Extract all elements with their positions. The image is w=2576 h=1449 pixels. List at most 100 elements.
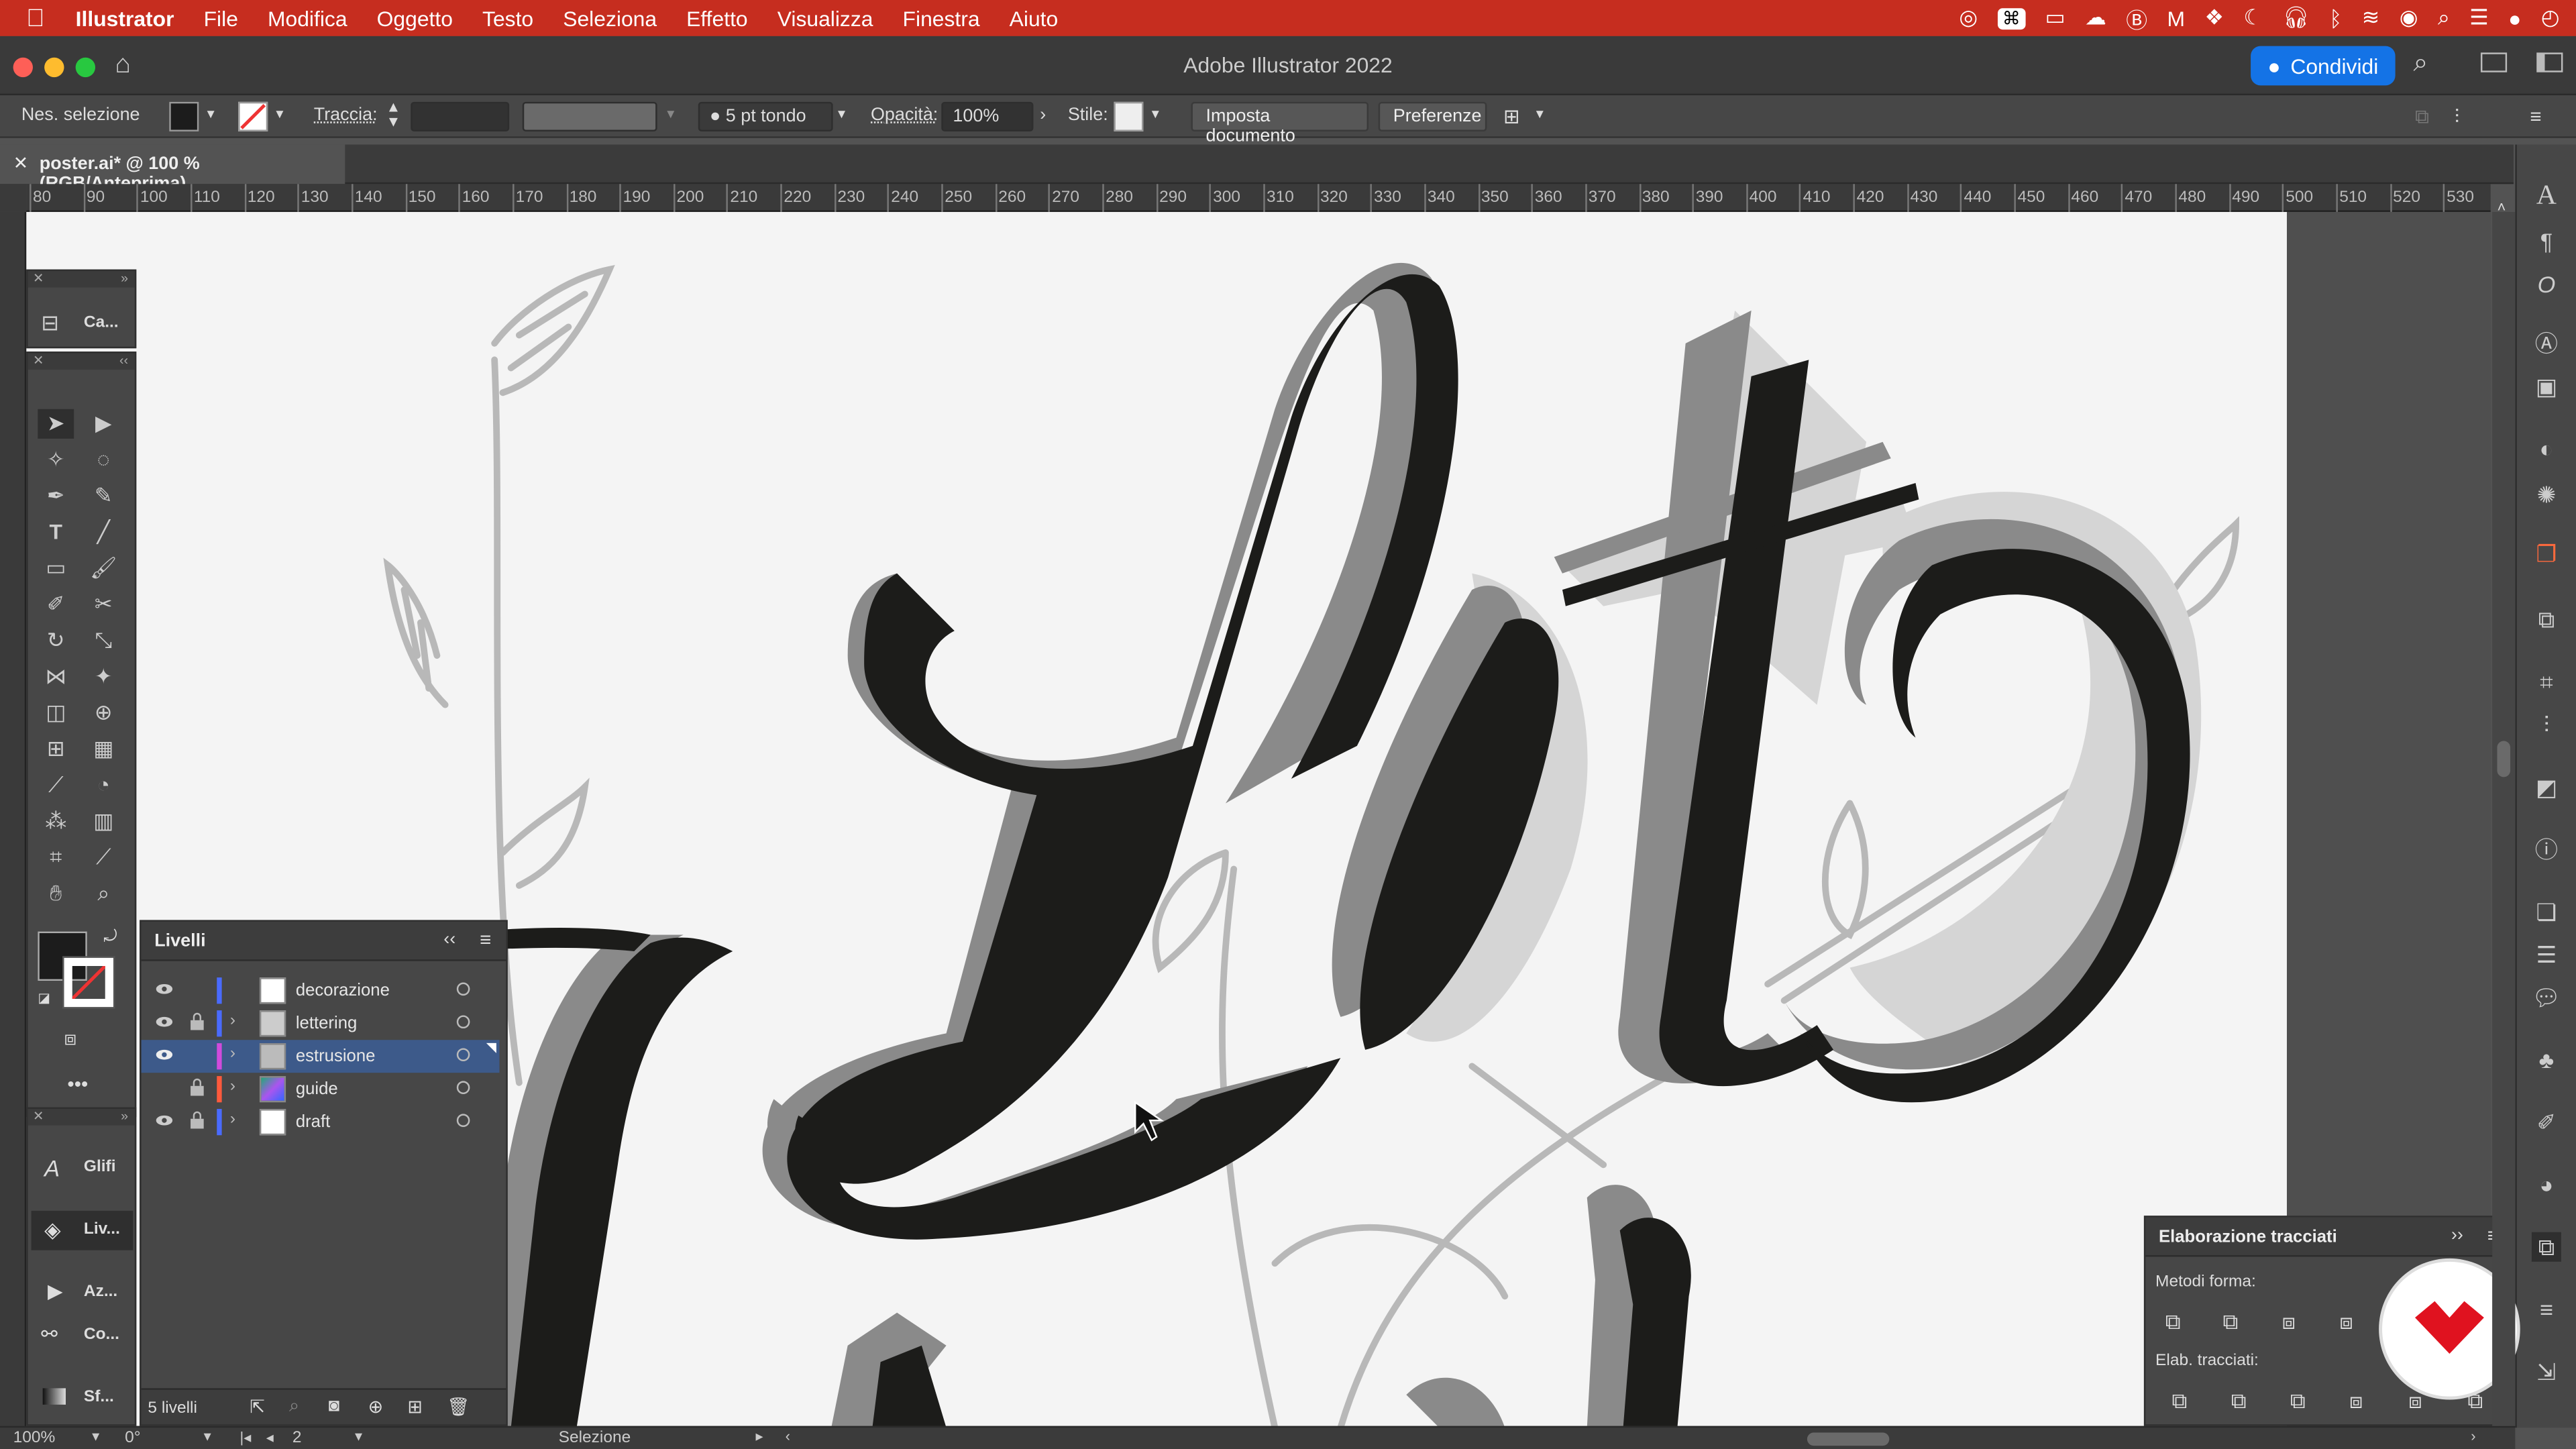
layer-row-guide[interactable]: › guide [148, 1073, 496, 1106]
document-info-icon[interactable]: ⓘ [2532, 835, 2561, 864]
asset-export-icon[interactable]: ⇲ [2532, 1357, 2561, 1387]
line-tool-icon[interactable]: ╱ [85, 517, 121, 547]
status-menu-icon[interactable]: ▸ [756, 1428, 763, 1446]
apple-icon[interactable]:  [26, 4, 52, 32]
dropbox-icon[interactable]: ❖ [2204, 5, 2224, 31]
selection-tool-icon[interactable]: ➤ [38, 409, 74, 439]
panel-menu-icon[interactable]: ≡ [480, 928, 491, 951]
layer-row-decorazione[interactable]: decorazione [148, 974, 496, 1007]
document-tab[interactable]: ✕ poster.ai* @ 100 % (RGB/Anteprima) [0, 144, 345, 194]
new-sublayer-icon[interactable]: ⊕ [368, 1397, 384, 1417]
user-icon[interactable]: ◉ [2400, 5, 2418, 31]
paragraph-styles-icon[interactable]: ▣ [2532, 371, 2561, 400]
direct-selection-tool-icon[interactable]: ▶ [85, 409, 121, 439]
glyphs-panel-label[interactable]: Glifi [84, 1159, 116, 1177]
command-icon[interactable]: ⌘ [1997, 7, 2026, 29]
lock-icon[interactable] [189, 1111, 205, 1130]
chevron-right-icon[interactable]: › [230, 1045, 235, 1063]
lasso-tool-icon[interactable]: ◌ [85, 445, 121, 475]
menu-finestra[interactable]: Finestra [903, 6, 980, 31]
chevron-down-icon[interactable]: ▾ [276, 105, 283, 123]
divide-icon[interactable]: ⧉ [2172, 1388, 2188, 1414]
shape-builder-tool-icon[interactable]: ⊕ [85, 698, 121, 728]
align-icon[interactable]: ⧉ [2415, 105, 2429, 130]
stroke-color-icon[interactable] [62, 956, 115, 1009]
symbols-icon[interactable]: ♣ [2532, 1045, 2561, 1075]
pathfinder-panel-icon[interactable]: ⧉ [2531, 1232, 2561, 1262]
brushes-icon[interactable]: ✐ [2532, 1108, 2561, 1137]
chevron-down-icon[interactable]: ▾ [204, 1428, 211, 1446]
libraries-icon[interactable]: ❐ [2532, 539, 2561, 568]
color-guide-icon[interactable]: ✺ [2532, 480, 2561, 509]
exclude-icon[interactable]: ⧈ [2339, 1309, 2353, 1336]
drawing-modes-icon[interactable]: ⧈ [64, 1027, 77, 1052]
scale-tool-icon[interactable]: ⤡ [85, 626, 121, 655]
clipping-mask-icon[interactable]: ◙ [329, 1397, 339, 1416]
chevron-right-icon[interactable]: › [230, 1012, 235, 1030]
menu-file[interactable]: File [204, 6, 238, 31]
panel-header[interactable]: ✕ » [28, 271, 135, 288]
gradient-icon[interactable] [42, 1388, 66, 1405]
screen-icon[interactable]: ▭ [2045, 5, 2065, 31]
merge-icon[interactable]: ⧉ [2290, 1388, 2306, 1414]
chevron-right-icon[interactable]: › [230, 1111, 235, 1129]
export-icon[interactable]: ⇱ [250, 1397, 265, 1417]
new-layer-icon[interactable]: ⊞ [407, 1397, 423, 1417]
b-app-icon[interactable]: Ⓑ [2126, 3, 2147, 34]
pen-tool-icon[interactable]: ✒ [38, 482, 74, 511]
layer-target-icon[interactable] [456, 1015, 470, 1029]
appearance-icon[interactable]: ◕ [2532, 1170, 2561, 1199]
character-icon[interactable]: A [2532, 180, 2561, 210]
vertical-ruler[interactable] [0, 211, 27, 1428]
transform-handles-icon[interactable]: ⌗ [2532, 667, 2561, 696]
chevron-down-icon[interactable]: ▾ [1152, 105, 1159, 123]
hand-tool-icon[interactable]: ✋︎ [38, 879, 74, 908]
layer-row-estrusione[interactable]: › estrusione ◥ [141, 1040, 500, 1073]
horizontal-ruler[interactable]: 80 90 100 110 120 130 140 150 160 170 180 190 200 210… [26, 184, 2491, 212]
opacity-label[interactable]: Opacità: [871, 105, 938, 125]
vertical-scrollbar[interactable]: ˄ [2492, 199, 2516, 1426]
paragraph-icon[interactable]: ¶ [2532, 227, 2561, 256]
artboards-icon[interactable]: ❏ [2532, 897, 2561, 926]
siri-icon[interactable]: ● [2508, 6, 2521, 31]
blend-tool-icon[interactable]: ◔ [85, 771, 121, 800]
menu-modifica[interactable]: Modifica [268, 6, 347, 31]
mesh-tool-icon[interactable]: ⊞ [38, 735, 74, 764]
magic-wand-tool-icon[interactable]: ✧ [38, 445, 74, 475]
layers-panel-tab[interactable]: ◈ Liv... [31, 1210, 133, 1250]
column-graph-tool-icon[interactable]: ▥ [85, 806, 121, 836]
layer-target-icon[interactable] [456, 1114, 470, 1128]
layer-target-icon[interactable] [456, 982, 470, 996]
trash-icon[interactable]: 🗑︎ [447, 1397, 470, 1417]
slice-tool-icon[interactable]: ⟋ [85, 843, 121, 872]
chevron-right-icon[interactable]: › [230, 1078, 235, 1096]
previous-artboard-icon[interactable]: ◂ [266, 1430, 274, 1448]
document-setup-button[interactable]: Imposta documento [1191, 101, 1369, 146]
color-icon[interactable]: ◐ [2532, 434, 2561, 464]
vertical-scrollbar-thumb[interactable] [2497, 741, 2511, 777]
scroll-right-icon[interactable]: › [2471, 1428, 2475, 1444]
pathfinder-title[interactable]: Elaborazione tracciati [2159, 1227, 2337, 1246]
brush-definition-field[interactable]: ● 5 pt tondo [698, 101, 833, 131]
visibility-eye-icon[interactable] [156, 1112, 173, 1128]
more-tools-icon[interactable]: ••• [67, 1073, 88, 1095]
app-menu[interactable]: Illustrator [76, 6, 174, 31]
variable-width-profile[interactable] [522, 101, 657, 131]
opentype-icon[interactable]: O [2532, 270, 2561, 299]
lock-icon[interactable] [189, 1078, 205, 1097]
layer-row-draft[interactable]: › draft [148, 1106, 496, 1138]
search-icon[interactable]: ⌕ [2414, 49, 2428, 78]
swap-colors-icon[interactable]: ⤾ [103, 928, 117, 947]
visibility-eye-icon[interactable] [156, 1014, 173, 1030]
links-icon[interactable]: ⚯ [41, 1322, 58, 1345]
gradient-tool-icon[interactable]: ▦ [85, 735, 121, 764]
trim-icon[interactable]: ⧉ [2231, 1388, 2247, 1414]
unite-icon[interactable]: ⧉ [2165, 1309, 2181, 1336]
puppet-warp-tool-icon[interactable]: ✦ [85, 662, 121, 692]
shaper-tool-icon[interactable]: ✐ [38, 590, 74, 619]
actions-panel-label[interactable]: Az... [84, 1283, 117, 1301]
properties-icon[interactable]: ⊟ [41, 311, 59, 337]
rotation-value[interactable]: 0° [125, 1430, 140, 1448]
arrange-icon[interactable]: ⊞ [1503, 105, 1520, 128]
scroll-up-icon[interactable]: ˄ [2497, 199, 2506, 215]
